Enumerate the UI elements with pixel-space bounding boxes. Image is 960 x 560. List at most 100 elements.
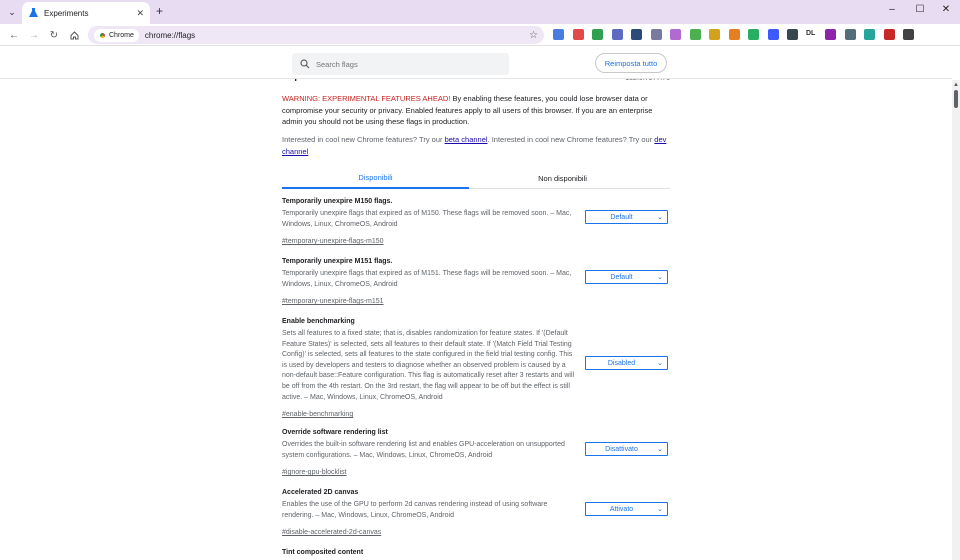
flag-description: Temporarily unexpire flags that expired … <box>282 210 572 228</box>
home-icon <box>70 30 78 39</box>
chevron-down-icon: ⌄ <box>657 274 663 281</box>
chevron-down-icon: ⌄ <box>657 446 663 453</box>
interest-text-2: . Interested in cool new Chrome features… <box>487 135 655 144</box>
ext-17-icon[interactable] <box>883 29 895 40</box>
flag-select-value: Default <box>610 213 633 221</box>
flag-name: Tint composited content <box>282 549 364 556</box>
bookmark-star-icon[interactable]: ☆ <box>529 30 538 41</box>
flag-select-value: Default <box>610 273 633 281</box>
url-text[interactable]: chrome://flags <box>145 31 529 40</box>
chevron-down-icon: ⌄ <box>657 506 663 513</box>
flags-tabs: Disponibili Non disponibili <box>282 167 670 189</box>
flag-description: Enables the use of the GPU to perform 2d… <box>282 501 548 519</box>
warning-heading: WARNING: EXPERIMENTAL FEATURES AHEAD! <box>282 94 451 103</box>
flag-select[interactable]: Disattivato ⌄ <box>585 442 668 456</box>
new-tab-button[interactable]: + <box>156 4 163 18</box>
maximize-button[interactable]: ☐ <box>910 4 930 15</box>
flag-name: Temporarily unexpire M151 flags. <box>282 258 393 265</box>
scroll-up-arrow-icon[interactable]: ▲ <box>952 82 960 88</box>
toolbar: ← → ↻ Chrome chrome://flags ☆ DL <box>0 24 960 46</box>
flag-select[interactable]: Default ⌄ <box>585 270 668 284</box>
chevron-down-icon: ⌄ <box>657 214 663 221</box>
ext-6-icon[interactable] <box>650 29 662 40</box>
page-scrollbar[interactable]: ▲ <box>952 80 960 560</box>
flag-item: Temporarily unexpire M151 flags. Tempora… <box>282 257 670 308</box>
ext-18-icon[interactable] <box>903 29 914 40</box>
search-icon <box>300 59 310 69</box>
tab-title: Experiments <box>44 8 89 18</box>
flag-item: Override software rendering list Overrid… <box>282 428 670 479</box>
flag-anchor-link[interactable]: #temporary-unexpire-flags-m150 <box>282 236 384 247</box>
ext-16-icon[interactable] <box>864 29 875 40</box>
close-tab-icon[interactable]: ✕ <box>136 8 144 19</box>
ext-14-icon[interactable] <box>825 29 836 40</box>
flag-name: Temporarily unexpire M150 flags. <box>282 198 393 205</box>
flag-description: Overrides the built-in software renderin… <box>282 441 565 459</box>
ext-7-icon[interactable] <box>670 29 681 40</box>
flag-anchor-link[interactable]: #temporary-unexpire-flags-m151 <box>282 296 384 307</box>
arrow-left-icon: ← <box>9 29 19 41</box>
back-button[interactable]: ← <box>6 27 22 43</box>
flag-select-value: Disattivato <box>605 445 638 453</box>
search-input[interactable] <box>316 59 496 69</box>
ext-2-icon[interactable] <box>572 29 584 40</box>
ext-12-icon[interactable] <box>767 29 779 40</box>
flag-name: Accelerated 2D canvas <box>282 489 359 496</box>
close-window-button[interactable]: ✕ <box>936 4 956 15</box>
forward-button[interactable]: → <box>26 27 42 43</box>
flag-anchor-link[interactable]: #ignore-gpu-blocklist <box>282 467 347 478</box>
flag-item: Temporarily unexpire M150 flags. Tempora… <box>282 197 670 248</box>
home-button[interactable] <box>66 27 82 43</box>
ext-3-icon[interactable] <box>592 29 603 40</box>
arrow-right-icon: → <box>29 29 39 41</box>
warning-text: WARNING: EXPERIMENTAL FEATURES AHEAD! By… <box>282 93 670 128</box>
minimize-button[interactable]: – <box>882 4 902 15</box>
site-chip[interactable]: Chrome <box>94 28 139 42</box>
chrome-logo-icon <box>99 31 106 39</box>
ext-5-icon[interactable] <box>631 29 642 40</box>
flag-select[interactable]: Attivato ⌄ <box>585 502 668 516</box>
tab-search-button[interactable]: ⌄ <box>4 4 20 20</box>
ext-4-icon[interactable] <box>611 29 623 40</box>
reload-button[interactable]: ↻ <box>46 27 62 43</box>
beta-channel-link[interactable]: beta channel <box>445 135 488 144</box>
flask-icon <box>28 8 38 18</box>
flags-page: Experiments 132.0.7977.76 WARNING: EXPER… <box>0 47 952 560</box>
scrollbar-thumb[interactable] <box>954 90 958 108</box>
chip-label: Chrome <box>109 31 134 39</box>
ext-8-icon[interactable] <box>689 29 701 40</box>
flag-select[interactable]: Disabled ⌄ <box>585 356 668 370</box>
flag-item: Tint composited content <box>282 548 670 558</box>
tab-available[interactable]: Disponibili <box>282 167 469 189</box>
channel-info: Interested in cool new Chrome features? … <box>282 134 670 157</box>
flag-name: Enable benchmarking <box>282 318 355 325</box>
flag-select-value: Attivato <box>609 505 634 513</box>
address-bar[interactable]: Chrome chrome://flags ☆ <box>88 26 544 44</box>
flag-item: Enable benchmarking Sets all features to… <box>282 317 670 421</box>
flag-anchor-link[interactable]: #enable-benchmarking <box>282 409 353 420</box>
chevron-down-icon: ⌄ <box>8 6 16 17</box>
flag-select-value: Disabled <box>607 359 636 367</box>
flag-name: Override software rendering list <box>282 429 388 436</box>
reset-all-button[interactable]: Reimposta tutto <box>595 53 667 73</box>
ext-1-icon[interactable] <box>553 29 564 40</box>
flag-description: Temporarily unexpire flags that expired … <box>282 270 572 288</box>
tab-strip: ⌄ Experiments ✕ + – ☐ ✕ <box>0 0 960 24</box>
ext-11-icon[interactable] <box>748 29 759 40</box>
search-box[interactable] <box>292 53 509 75</box>
tab-unavailable[interactable]: Non disponibili <box>469 167 656 189</box>
flag-description: Sets all features to a fixed state; that… <box>282 330 575 401</box>
interest-text-1: Interested in cool new Chrome features? … <box>282 135 445 144</box>
reload-icon: ↻ <box>49 29 59 41</box>
flag-item: Accelerated 2D canvas Enables the use of… <box>282 488 670 539</box>
chevron-down-icon: ⌄ <box>657 360 663 367</box>
tab-experiments[interactable]: Experiments ✕ <box>22 2 150 24</box>
flag-select[interactable]: Default ⌄ <box>585 210 668 224</box>
ext-15-icon[interactable] <box>844 29 856 40</box>
flag-anchor-link[interactable]: #disable-accelerated-2d-canvas <box>282 527 381 538</box>
flags-header: Reimposta tutto <box>0 47 952 79</box>
ext-10-icon[interactable] <box>728 29 740 40</box>
ext-9-icon[interactable] <box>709 29 720 40</box>
dl-extension-label[interactable]: DL <box>806 30 815 37</box>
ext-13-icon[interactable] <box>787 29 798 40</box>
